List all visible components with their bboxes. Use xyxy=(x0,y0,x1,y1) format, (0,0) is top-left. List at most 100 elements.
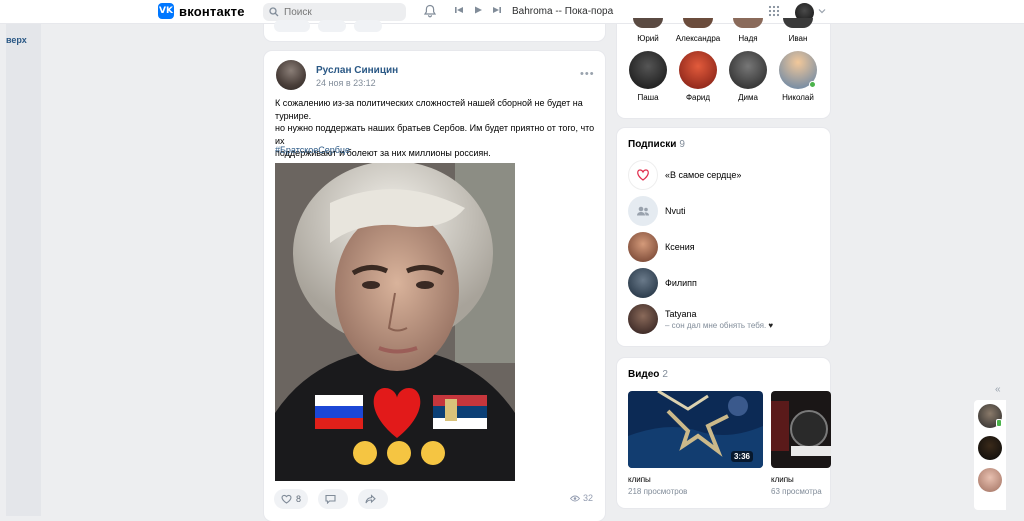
previous-post-footer xyxy=(264,20,605,41)
like-count: 8 xyxy=(296,494,302,504)
friend-name: Дима xyxy=(738,93,758,102)
friend-avatar xyxy=(729,51,767,89)
subscription-item[interactable]: Ксения xyxy=(628,232,695,262)
friend-item[interactable]: Паша xyxy=(625,51,671,102)
scroll-up-button[interactable]: верх xyxy=(6,35,27,45)
video-views: 218 просмотров xyxy=(628,487,688,496)
videos-count: 2 xyxy=(662,369,668,380)
chat-avatar[interactable] xyxy=(978,468,1002,492)
like-button[interactable] xyxy=(274,20,310,32)
videos-title-text: Видео xyxy=(628,369,660,380)
top-bar: VK вконтакте Bahroma -- Пока-пора xyxy=(0,0,1024,24)
apps-grid-icon[interactable] xyxy=(768,5,780,17)
chats-sidebar xyxy=(974,400,1006,510)
more-options-icon[interactable]: ••• xyxy=(580,68,595,80)
video-thumbnail[interactable] xyxy=(771,391,831,468)
vk-logo-text: вконтакте xyxy=(179,3,245,19)
post-photo[interactable] xyxy=(275,163,515,481)
friend-avatar[interactable] xyxy=(633,18,663,28)
eye-icon xyxy=(570,495,580,502)
right-margin xyxy=(1006,24,1024,516)
subscription-item[interactable]: «В самое сердце» xyxy=(628,160,741,190)
play-icon[interactable] xyxy=(473,5,483,15)
share-button[interactable] xyxy=(358,489,389,509)
comment-icon xyxy=(325,494,336,504)
online-indicator xyxy=(809,81,816,88)
friend-avatar[interactable] xyxy=(733,18,763,28)
collapse-chats-button[interactable]: « xyxy=(995,384,1001,395)
next-track-icon[interactable] xyxy=(492,5,502,15)
group-icon xyxy=(636,206,650,216)
video-thumbnail[interactable]: 3:36 xyxy=(628,391,763,468)
subscription-item[interactable]: Филипп xyxy=(628,268,697,298)
heart-icon: ♥ xyxy=(768,320,774,330)
subscription-status-text: – сон дал мне обнять тебя. xyxy=(665,320,767,330)
friend-avatar xyxy=(779,51,817,89)
friend-name: Фарид xyxy=(685,93,711,102)
subscription-item[interactable]: Nvuti xyxy=(628,196,686,226)
now-playing-track[interactable]: Bahroma -- Пока-пора xyxy=(512,6,613,17)
subscription-avatar xyxy=(628,196,658,226)
subscription-name: Tatyana xyxy=(665,308,697,319)
friend-item[interactable]: Дима xyxy=(725,51,771,102)
vk-logo-icon: VK xyxy=(158,3,174,19)
friend-name[interactable]: Юрий xyxy=(625,34,671,43)
subscription-item[interactable]: Tatyana – сон дал мне обнять тебя. ♥ xyxy=(628,304,773,334)
like-button[interactable]: 8 xyxy=(274,489,309,509)
subscription-avatar xyxy=(628,232,658,262)
friend-item[interactable]: Николай xyxy=(775,51,821,102)
friend-avatar xyxy=(679,51,717,89)
subscriptions-title[interactable]: Подписки 9 xyxy=(628,139,685,150)
video-title[interactable]: клипы xyxy=(628,475,651,484)
subscription-avatar xyxy=(628,304,658,334)
subscription-avatar xyxy=(628,160,658,190)
friend-name[interactable]: Иван xyxy=(775,34,821,43)
views-counter: 32 xyxy=(570,493,593,503)
share-icon xyxy=(365,494,376,504)
chevron-down-icon[interactable] xyxy=(818,7,826,15)
subscription-name: Ксения xyxy=(665,242,695,252)
heart-icon xyxy=(281,494,292,504)
friend-name[interactable]: Александра xyxy=(675,34,721,43)
audio-player-controls xyxy=(454,5,502,15)
vk-logo[interactable]: VK вконтакте xyxy=(158,3,245,19)
friend-name[interactable]: Надя xyxy=(725,34,771,43)
friend-avatar[interactable] xyxy=(783,18,813,28)
subscriptions-title-text: Подписки xyxy=(628,139,677,150)
search-box[interactable] xyxy=(263,3,406,21)
subscription-name: Филипп xyxy=(665,278,697,288)
friend-avatar[interactable] xyxy=(683,18,713,28)
post-author-avatar[interactable] xyxy=(276,60,306,90)
comment-button[interactable] xyxy=(318,489,349,509)
friend-name: Паша xyxy=(637,93,659,102)
friend-item[interactable]: Фарид xyxy=(675,51,721,102)
videos-title[interactable]: Видео 2 xyxy=(628,369,668,380)
wall-post: Руслан Синицин 24 ноя в 23:12 ••• К сожа… xyxy=(264,51,605,521)
post-text-line: К сожалению из-за политических сложносте… xyxy=(275,98,583,121)
post-date[interactable]: 24 ноя в 23:12 xyxy=(316,78,376,88)
subscriptions-block: Подписки 9 «В самое сердце» Nvuti Ксения … xyxy=(617,128,830,346)
share-button[interactable] xyxy=(354,20,382,32)
chat-avatar[interactable] xyxy=(978,436,1002,460)
video-views: 63 просмотра xyxy=(771,487,822,496)
subscription-name: Nvuti xyxy=(665,206,686,216)
subscription-avatar xyxy=(628,268,658,298)
friend-name: Николай xyxy=(782,93,814,102)
search-icon xyxy=(269,7,279,17)
video-title[interactable]: клипы xyxy=(771,475,794,484)
subscription-name: «В самое сердце» xyxy=(665,170,742,180)
comment-button[interactable] xyxy=(318,20,346,32)
video-duration: 3:36 xyxy=(730,451,753,462)
mobile-online-icon xyxy=(996,419,1002,427)
post-text-line: но нужно поддержать наших братьев Сербов… xyxy=(275,123,595,146)
views-count: 32 xyxy=(583,493,594,503)
post-hashtag[interactable]: #БратскоеСербце xyxy=(275,145,350,155)
bell-icon[interactable] xyxy=(423,4,437,18)
left-scroll-area xyxy=(6,24,41,516)
post-author-name[interactable]: Руслан Синицин xyxy=(316,65,398,76)
search-input[interactable] xyxy=(284,6,394,18)
videos-block: Видео 2 3:36 клипы 218 просмотров клипы 6… xyxy=(617,358,831,508)
subscription-status: – сон дал мне обнять тебя. ♥ xyxy=(665,321,773,330)
previous-track-icon[interactable] xyxy=(454,5,464,15)
page: VK вконтакте Bahroma -- Пока-пора верх xyxy=(0,0,1024,521)
